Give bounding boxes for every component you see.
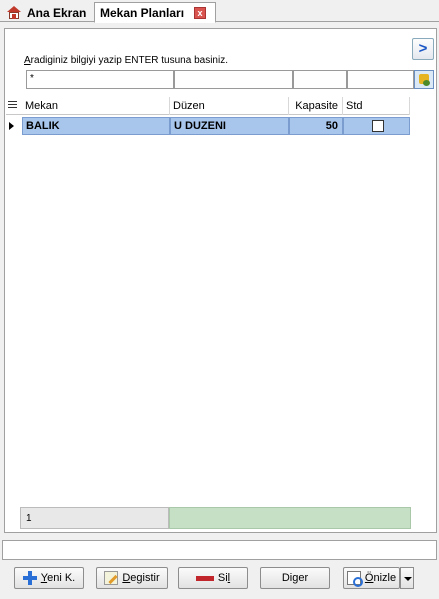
status-bar	[2, 540, 437, 560]
delete-button[interactable]: Sil	[178, 567, 248, 589]
grid-header: Mekan Düzen Kapasite Std	[6, 97, 410, 115]
tab-strip: Ana Ekran Mekan Planları x	[0, 0, 439, 23]
preview-icon	[346, 571, 363, 587]
filter-icon[interactable]	[414, 70, 434, 89]
filter-input-std[interactable]	[347, 70, 414, 89]
filter-row: *	[26, 70, 414, 89]
cell-kapasite[interactable]: 50	[289, 117, 343, 135]
search-area: Aradiginiz bilgiyi yazip ENTER tusuna ba…	[4, 30, 434, 92]
button-label: Önizle	[364, 572, 397, 584]
preview-button[interactable]: Önizle	[343, 567, 400, 589]
table-row[interactable]: BALIK U DUZENI 50	[6, 117, 410, 135]
tab-ana-ekran[interactable]: Ana Ekran	[2, 2, 92, 23]
other-button[interactable]: Diger	[260, 567, 330, 589]
row-indicator-icon	[9, 122, 14, 130]
minus-icon	[195, 575, 214, 581]
std-checkbox[interactable]	[372, 120, 384, 132]
column-header-duzen[interactable]: Düzen	[170, 97, 289, 115]
tab-label: Ana Ekran	[27, 5, 87, 20]
data-grid: Mekan Düzen Kapasite Std BALIK U DUZENI …	[6, 97, 410, 135]
button-label: Diger	[281, 572, 309, 584]
filter-input-mekan[interactable]: *	[26, 70, 174, 89]
pencil-icon	[104, 571, 119, 585]
chevron-down-icon[interactable]	[400, 567, 414, 589]
filter-input-duzen[interactable]	[174, 70, 293, 89]
plus-icon	[22, 571, 37, 585]
grid-footer: 1	[20, 507, 411, 529]
column-chooser-icon[interactable]	[8, 101, 17, 110]
tab-mekan-planlari[interactable]: Mekan Planları x	[94, 2, 216, 23]
cell-duzen[interactable]: U DUZENI	[170, 117, 289, 135]
footer-summary	[169, 507, 411, 529]
new-record-button[interactable]: Yeni K.	[14, 567, 84, 589]
column-header-kapasite[interactable]: Kapasite	[289, 97, 343, 115]
cell-std[interactable]	[343, 117, 410, 135]
column-header-mekan[interactable]: Mekan	[22, 97, 170, 115]
cell-mekan[interactable]: BALIK	[22, 117, 170, 135]
home-icon	[7, 6, 21, 19]
button-label: Sil	[217, 572, 231, 584]
chevron-right-icon[interactable]: >	[412, 38, 434, 60]
tab-label: Mekan Planları	[100, 5, 185, 20]
search-hint: Aradiginiz bilgiyi yazip ENTER tusuna ba…	[24, 55, 228, 66]
button-label: Yeni K.	[40, 572, 76, 584]
filter-input-kapasite[interactable]	[293, 70, 347, 89]
row-count: 1	[20, 507, 169, 529]
edit-button[interactable]: Degistir	[96, 567, 168, 589]
close-icon[interactable]: x	[194, 6, 207, 19]
column-header-std[interactable]: Std	[343, 97, 410, 115]
button-label: Degistir	[122, 572, 160, 584]
